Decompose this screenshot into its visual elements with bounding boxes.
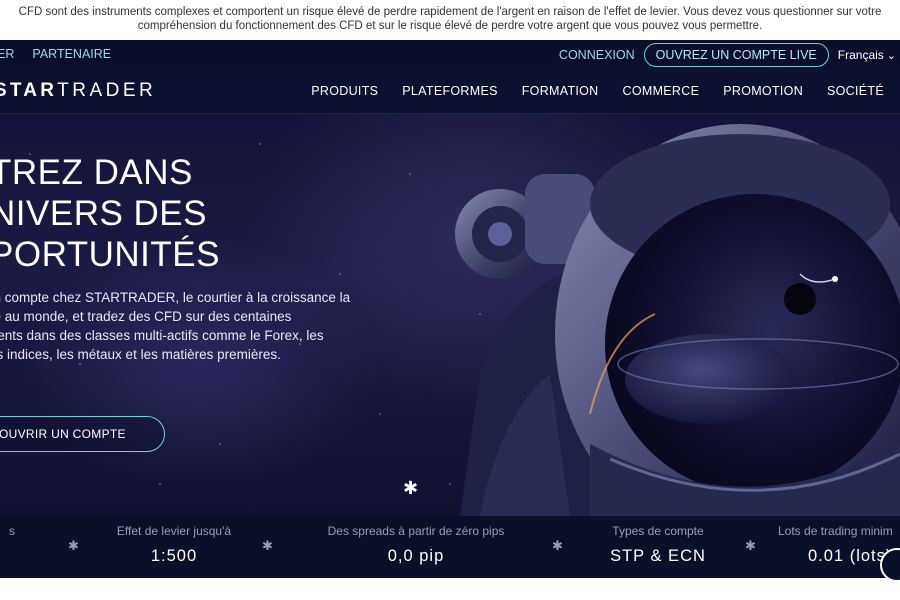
stat-item-account-types: Types de compte STP & ECN	[588, 524, 728, 566]
top-link-partner[interactable]: PARTENAIRE	[32, 47, 111, 61]
stat-value: 1:500	[150, 547, 198, 565]
stat-label: Lots de trading minim	[778, 524, 893, 538]
logo-star: STAR	[0, 80, 58, 101]
stat-item-leverage: Effet de levier jusqu'à 1:500	[94, 524, 254, 566]
hero-description-line-3: ments dans des classes multi-actifs comm…	[0, 328, 324, 343]
hero-description-line-2: de au monde, et tradez des CFD sur des c…	[0, 309, 292, 324]
nav-item-promotion[interactable]: PROMOTION	[723, 84, 803, 98]
star-separator-icon: ✱	[68, 538, 79, 553]
page-body-below	[0, 578, 900, 600]
stat-value: 0,0 pip	[387, 547, 445, 565]
top-link-trader[interactable]: DER	[0, 47, 14, 61]
startrader-logo[interactable]: STARTRADER	[0, 80, 156, 102]
hero-section: TREZ DANS NIVERS DES PORTUNITÉS un compt…	[0, 114, 900, 516]
slide-indicator-icon[interactable]: ✱	[403, 478, 418, 499]
hero-title: TREZ DANS NIVERS DES PORTUNITÉS	[0, 152, 220, 275]
stat-item-1: s	[0, 524, 32, 538]
nav-item-trading[interactable]: COMMERCE	[623, 84, 700, 98]
astronaut-helmet-image	[455, 124, 900, 516]
star-separator-icon: ✱	[262, 538, 273, 553]
main-nav: STARTRADER PRODUITS PLATEFORMES FORMATIO…	[0, 69, 900, 114]
stat-label: Des spreads à partir de zéro pips	[327, 524, 505, 538]
stat-value: STP & ECN	[610, 547, 706, 565]
nav-item-education[interactable]: FORMATION	[522, 84, 599, 98]
logo-trader: TRADER	[57, 80, 157, 101]
hero-description-line-1: un compte chez STARTRADER, le courtier à…	[0, 290, 351, 305]
hero-title-line-1: TREZ DANS	[0, 153, 193, 192]
hero-title-line-2: NIVERS DES	[0, 194, 207, 233]
stat-label: s	[9, 524, 15, 538]
top-bar: DER PARTENAIRE CONNEXION OUVREZ UN COMPT…	[0, 40, 900, 69]
risk-warning-line-2: compréhension du fonctionnement des CFD …	[137, 20, 763, 32]
login-link[interactable]: CONNEXION	[559, 48, 635, 62]
stat-item-spreads: Des spreads à partir de zéro pips 0,0 pi…	[306, 524, 526, 566]
star-separator-icon: ✱	[552, 538, 563, 553]
stats-bar: s ✱ Effet de levier jusqu'à 1:500 ✱ Des …	[0, 516, 900, 578]
nav-item-platforms[interactable]: PLATEFORMES	[402, 84, 497, 98]
risk-warning-banner: CFD sont des instruments complexes et co…	[0, 0, 900, 40]
language-label: Français	[837, 48, 884, 62]
chevron-down-icon: ⌄	[886, 49, 896, 62]
open-live-account-button[interactable]: OUVREZ UN COMPTE LIVE	[643, 43, 829, 67]
hero-description: un compte chez STARTRADER, le courtier à…	[0, 288, 386, 364]
nav-item-products[interactable]: PRODUITS	[311, 84, 378, 98]
hero-title-line-3: PORTUNITÉS	[0, 235, 220, 274]
open-account-button[interactable]: OUVRIR UN COMPTE	[0, 416, 165, 452]
nav-item-company[interactable]: SOCIÉTÉ	[827, 84, 884, 98]
risk-warning-line-1: CFD sont des instruments complexes et co…	[18, 6, 882, 18]
star-separator-icon: ✱	[745, 538, 756, 553]
stat-label: Types de compte	[612, 524, 704, 538]
hero-description-line-4: les indices, les métaux et les matières …	[0, 347, 281, 362]
language-selector[interactable]: Français ⌄	[838, 48, 896, 62]
stat-label: Effet de levier jusqu'à	[116, 524, 232, 538]
